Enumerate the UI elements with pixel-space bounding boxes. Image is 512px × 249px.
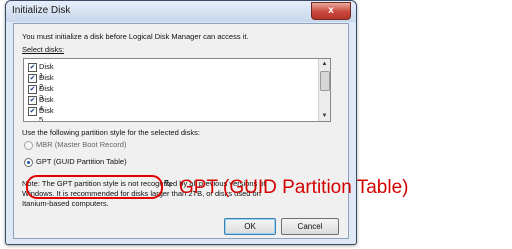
check-icon[interactable]: ✔: [28, 85, 37, 94]
radio-selected-dot: [27, 161, 30, 164]
cancel-button[interactable]: Cancel: [281, 218, 339, 235]
check-icon[interactable]: ✔: [28, 96, 37, 105]
close-icon: x: [328, 5, 334, 16]
initialize-disk-dialog: Initialize Disk x You must initialize a …: [5, 0, 357, 245]
scroll-up-icon[interactable]: ▲: [319, 59, 330, 69]
select-disks-label: Select disks:: [22, 45, 65, 54]
scroll-down-icon[interactable]: ▼: [319, 111, 330, 121]
note-line-3: Itanium-based computers.: [22, 199, 109, 208]
close-button[interactable]: x: [311, 2, 351, 20]
dialog-body: You must initialize a disk before Logica…: [13, 23, 349, 239]
ok-button[interactable]: OK: [224, 218, 276, 235]
gpt-highlight-circle: [26, 175, 163, 199]
mbr-radio[interactable]: [24, 141, 33, 150]
check-icon[interactable]: ✔: [28, 63, 37, 72]
mbr-label[interactable]: MBR (Master Boot Record): [36, 140, 126, 149]
scroll-thumb[interactable]: [320, 71, 330, 91]
check-icon[interactable]: ✔: [28, 107, 37, 116]
gpt-radio[interactable]: [24, 158, 33, 167]
annotation-label: GPT (GUID Partition Table): [179, 177, 409, 198]
dialog-title: Initialize Disk: [12, 5, 71, 16]
disk-item-label: Disk 5: [39, 106, 54, 122]
partition-style-prompt: Use the following partition style for th…: [22, 128, 201, 137]
intro-text: You must initialize a disk before Logica…: [22, 32, 249, 41]
mouse-cursor-icon: ⇖: [163, 176, 174, 190]
disk-list-scrollbar[interactable]: ▲ ▼: [318, 59, 330, 121]
gpt-label[interactable]: GPT (GUID Partition Table): [36, 157, 127, 166]
disk-list[interactable]: ✔ Disk 1 ✔ Disk 2 ✔ Disk 3 ✔ Disk 4 ✔ Di…: [23, 58, 331, 122]
title-bar[interactable]: Initialize Disk x: [6, 1, 356, 22]
check-icon[interactable]: ✔: [28, 74, 37, 83]
